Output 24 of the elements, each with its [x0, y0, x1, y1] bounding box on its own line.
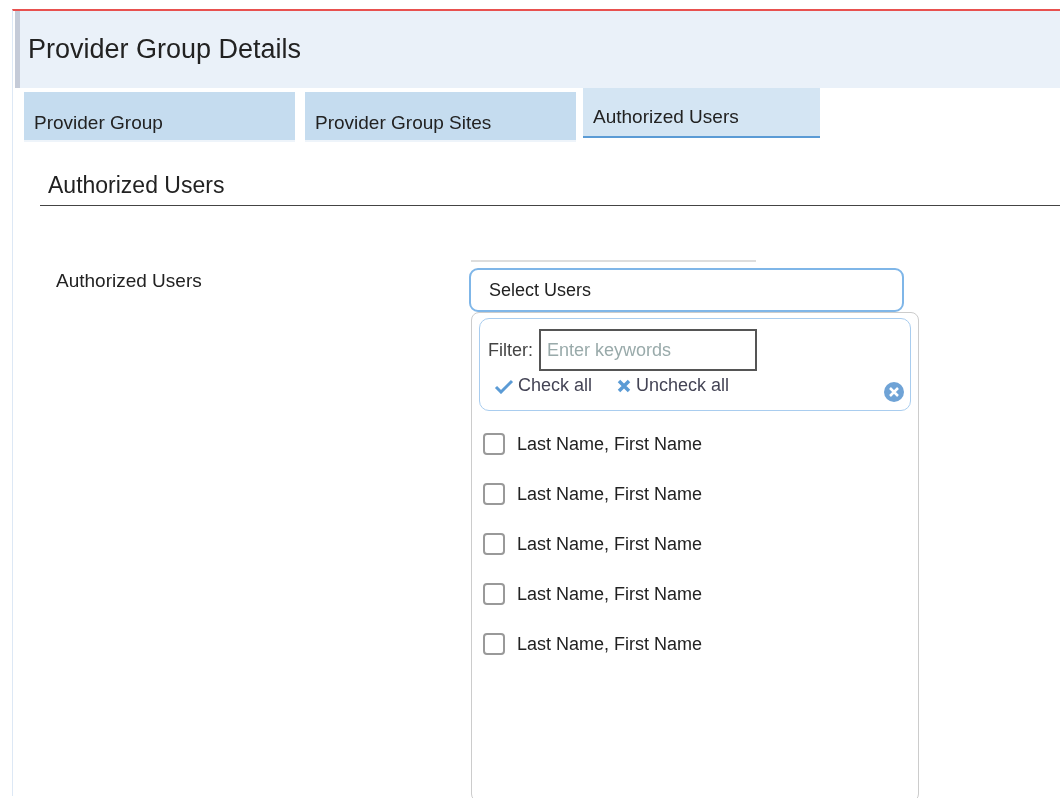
option-label: Last Name, First Name	[517, 533, 703, 555]
field-label: Authorized Users	[56, 269, 203, 293]
tab[interactable]: Authorized Users	[583, 88, 820, 138]
option-label: Last Name, First Name	[517, 583, 703, 605]
tab[interactable]: Provider Group Sites	[305, 92, 576, 142]
cross-icon	[616, 377, 633, 394]
checkbox[interactable]	[483, 433, 505, 455]
checkbox[interactable]	[483, 483, 505, 505]
checkbox[interactable]	[483, 533, 505, 555]
page-title: Provider Group Details	[28, 34, 302, 65]
filter-input[interactable]: Enter keywords	[539, 329, 757, 371]
option-label: Last Name, First Name	[517, 633, 703, 655]
close-icon[interactable]	[884, 382, 904, 402]
option-label: Last Name, First Name	[517, 433, 703, 455]
select-field[interactable]: Select Users	[469, 268, 904, 312]
checkbox[interactable]	[483, 583, 505, 605]
filter-label: Filter:	[488, 339, 533, 361]
uncheck-all-link[interactable]: Uncheck all	[616, 375, 730, 396]
check-all-link[interactable]: Check all	[494, 375, 593, 396]
tab[interactable]: Provider Group	[24, 92, 295, 142]
section-heading: Authorized Users	[48, 172, 225, 198]
option-label: Last Name, First Name	[517, 483, 703, 505]
checkbox[interactable]	[483, 633, 505, 655]
check-icon	[494, 377, 514, 394]
